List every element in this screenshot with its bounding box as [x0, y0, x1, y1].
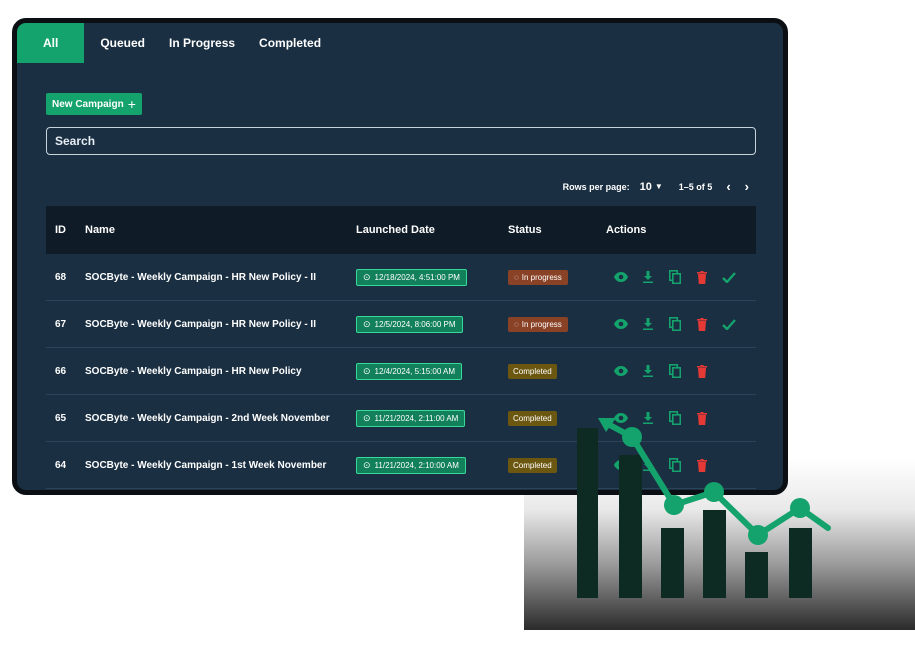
- launched-date-chip: ⊙ 12/18/2024, 4:51:00 PM: [356, 268, 467, 286]
- search-input[interactable]: Search: [46, 127, 756, 155]
- check-icon[interactable]: [722, 270, 736, 284]
- check-icon[interactable]: [722, 317, 736, 331]
- tab-in-progress[interactable]: In Progress: [157, 23, 247, 63]
- eye-icon[interactable]: [614, 270, 628, 284]
- row-name: SOCByte - Weekly Campaign - HR New Polic…: [85, 271, 316, 283]
- table-row: 66 SOCByte - Weekly Campaign - HR New Pol…: [46, 348, 756, 395]
- rows-per-page-label: Rows per page:: [562, 181, 630, 192]
- pagination: Rows per page: 10 ▼ 1–5 of 5 ‹ ›: [563, 179, 749, 194]
- status-badge: ◌ In progress: [508, 269, 568, 285]
- trash-icon[interactable]: [695, 411, 709, 425]
- eye-icon[interactable]: [614, 458, 628, 472]
- download-icon[interactable]: [641, 411, 655, 425]
- launched-date-text: 11/21/2024, 2:11:00 AM: [374, 413, 459, 423]
- spinner-icon: ◌: [514, 319, 519, 329]
- copy-icon[interactable]: [668, 270, 682, 284]
- status-badge: Completed: [508, 363, 557, 379]
- clock-icon: ⊙: [363, 318, 371, 329]
- plus-icon: +: [127, 96, 136, 112]
- row-name: SOCByte - Weekly Campaign - HR New Polic…: [85, 365, 302, 377]
- spinner-icon: ◌: [514, 272, 519, 282]
- tab-all[interactable]: All: [17, 23, 85, 63]
- row-id: 64: [55, 459, 67, 471]
- download-icon[interactable]: [641, 364, 655, 378]
- pagination-range: 1–5 of 5: [678, 181, 713, 192]
- clock-icon: ⊙: [363, 271, 371, 282]
- campaigns-window: All Queued In Progress Completed New Cam…: [12, 18, 788, 495]
- status-badge: Completed: [508, 410, 557, 426]
- header-name: Name: [85, 224, 115, 236]
- tab-queued[interactable]: Queued: [88, 23, 157, 63]
- row-name: SOCByte - Weekly Campaign - HR New Polic…: [85, 318, 316, 330]
- clock-icon: ⊙: [363, 459, 371, 470]
- status-text: In progress: [521, 272, 562, 282]
- launched-date-chip: ⊙ 11/21/2024, 2:10:00 AM: [356, 456, 466, 474]
- launched-date-text: 12/18/2024, 4:51:00 PM: [374, 272, 460, 282]
- prev-page-icon[interactable]: ‹: [726, 179, 730, 194]
- row-name: SOCByte - Weekly Campaign - 1st Week Nov…: [85, 459, 327, 471]
- table-row: 64 SOCByte - Weekly Campaign - 1st Week N…: [46, 442, 756, 489]
- table-body: 68 SOCByte - Weekly Campaign - HR New Pol…: [46, 254, 756, 489]
- download-icon[interactable]: [641, 458, 655, 472]
- row-name: SOCByte - Weekly Campaign - 2nd Week Nov…: [85, 412, 330, 424]
- status-badge: ◌ In progress: [508, 316, 568, 332]
- clock-icon: ⊙: [363, 365, 371, 376]
- table-row: 67 SOCByte - Weekly Campaign - HR New Pol…: [46, 301, 756, 348]
- eye-icon[interactable]: [614, 317, 628, 331]
- status-text: Completed: [513, 366, 552, 376]
- status-tabs: All Queued In Progress Completed: [17, 23, 333, 63]
- rows-per-page-value: 10: [639, 180, 652, 193]
- eye-icon[interactable]: [614, 364, 628, 378]
- header-actions: Actions: [606, 224, 647, 236]
- eye-icon[interactable]: [614, 411, 628, 425]
- new-campaign-button[interactable]: New Campaign +: [46, 93, 142, 115]
- copy-icon[interactable]: [668, 458, 682, 472]
- copy-icon[interactable]: [668, 364, 682, 378]
- header-id: ID: [55, 224, 66, 236]
- launched-date-chip: ⊙ 12/4/2024, 5:15:00 AM: [356, 362, 463, 380]
- trash-icon[interactable]: [695, 270, 709, 284]
- launched-date-text: 12/5/2024, 8:06:00 PM: [374, 319, 456, 329]
- caret-down-icon: ▼: [654, 182, 663, 191]
- trash-icon[interactable]: [695, 458, 709, 472]
- header-status: Status: [508, 224, 542, 236]
- status-text: In progress: [521, 319, 562, 329]
- download-icon[interactable]: [641, 317, 655, 331]
- tab-completed[interactable]: Completed: [247, 23, 333, 63]
- trash-icon[interactable]: [695, 317, 709, 331]
- row-id: 68: [55, 271, 67, 283]
- row-id: 65: [55, 412, 67, 424]
- status-text: Completed: [513, 413, 552, 423]
- search-placeholder: Search: [55, 134, 96, 148]
- copy-icon[interactable]: [668, 411, 682, 425]
- launched-date-chip: ⊙ 11/21/2024, 2:11:00 AM: [356, 409, 466, 427]
- next-page-icon[interactable]: ›: [745, 179, 749, 194]
- launched-date-text: 12/4/2024, 5:15:00 AM: [374, 366, 456, 376]
- launched-date-text: 11/21/2024, 2:10:00 AM: [374, 460, 459, 470]
- status-text: Completed: [513, 460, 552, 470]
- row-id: 67: [55, 318, 67, 330]
- campaigns-table: ID Name Launched Date Status Actions 68 S…: [46, 206, 756, 489]
- copy-icon[interactable]: [668, 317, 682, 331]
- new-campaign-label: New Campaign: [52, 98, 124, 110]
- rows-per-page-select[interactable]: 10 ▼: [640, 181, 663, 193]
- launched-date-chip: ⊙ 12/5/2024, 8:06:00 PM: [356, 315, 463, 333]
- table-header: ID Name Launched Date Status Actions: [46, 206, 756, 254]
- header-launched-date: Launched Date: [356, 224, 435, 236]
- trash-icon[interactable]: [695, 364, 709, 378]
- download-icon[interactable]: [641, 270, 655, 284]
- status-badge: Completed: [508, 457, 557, 473]
- clock-icon: ⊙: [363, 412, 371, 423]
- table-row: 68 SOCByte - Weekly Campaign - HR New Pol…: [46, 254, 756, 301]
- row-id: 66: [55, 365, 67, 377]
- table-row: 65 SOCByte - Weekly Campaign - 2nd Week N…: [46, 395, 756, 442]
